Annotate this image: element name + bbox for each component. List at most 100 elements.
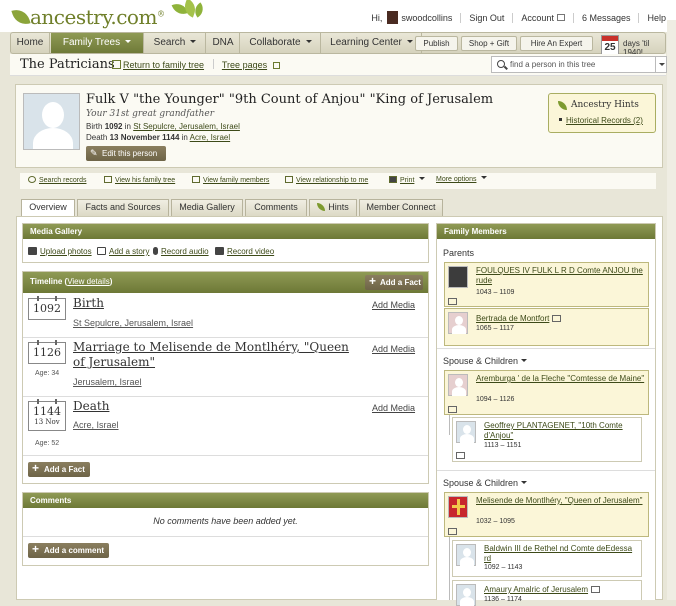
event-title-link[interactable]: Death bbox=[73, 399, 109, 414]
upload-photos-action[interactable]: Upload photos bbox=[28, 247, 92, 256]
media-actions: Upload photos Add a story Record audio R… bbox=[28, 245, 428, 261]
print-action[interactable]: Print bbox=[389, 176, 426, 184]
spouse-children-label-2[interactable]: Spouse & Children bbox=[443, 478, 528, 488]
view-relationship-action[interactable]: View relationship to me bbox=[285, 176, 368, 184]
profile-card-icon[interactable] bbox=[448, 406, 457, 413]
timeline-event-birth: 1092 Birth St Sepulcre, Jerusalem, Israe… bbox=[23, 294, 428, 338]
username-link[interactable]: swoodcollins bbox=[401, 13, 452, 23]
tab-overview[interactable]: Overview bbox=[21, 199, 75, 217]
parents-label: Parents bbox=[443, 248, 475, 258]
nav-learning-center[interactable]: Learning Center bbox=[322, 33, 422, 53]
nav-dna[interactable]: DNA bbox=[207, 33, 240, 53]
add-comment-button[interactable]: Add a comment bbox=[28, 542, 109, 558]
child-card-geoffrey[interactable]: Geoffrey PLANTAGENET, "10th Comte d'Anjo… bbox=[452, 417, 642, 462]
event-place-link[interactable]: Acre, Israel bbox=[73, 420, 119, 430]
record-video-action[interactable]: Record video bbox=[215, 247, 274, 256]
nav-search[interactable]: Search bbox=[145, 33, 206, 53]
countdown-1940[interactable]: 25 days 'til 1940! bbox=[601, 34, 665, 57]
person-name: Fulk V "the Younger" "9th Count of Anjou… bbox=[86, 92, 494, 107]
search-icon bbox=[28, 176, 36, 183]
parent-card-father[interactable]: FOULQUES IV FULK L R D Comte ANJOU the r… bbox=[444, 262, 649, 307]
historical-records-link[interactable]: Historical Records (2) bbox=[566, 116, 643, 125]
add-fact-button[interactable]: Add a Fact bbox=[365, 274, 423, 290]
nav-family-trees[interactable]: Family Trees bbox=[51, 33, 144, 53]
add-media-link[interactable]: Add Media bbox=[372, 300, 415, 310]
relationship-icon bbox=[285, 176, 293, 183]
view-family-members-action[interactable]: View family members bbox=[192, 176, 269, 184]
chevron-down-icon bbox=[125, 40, 132, 43]
parent-card-mother[interactable]: Bertrada de Montfort 1065 – 1117 bbox=[444, 308, 649, 346]
ancestry-logo[interactable]: ancestry.com® bbox=[11, 5, 165, 29]
sign-out-link[interactable]: Sign Out bbox=[469, 13, 504, 23]
top-bar: ancestry.com® Hi, swoodcollins Sign Out … bbox=[0, 0, 676, 32]
chevron-down-icon[interactable] bbox=[655, 57, 666, 72]
add-fact-bottom-button[interactable]: Add a Fact bbox=[28, 461, 90, 477]
tab-hints[interactable]: Hints bbox=[309, 199, 357, 216]
shop-gift-button[interactable]: Shop + Gift bbox=[461, 36, 517, 51]
view-details-link[interactable]: View details bbox=[67, 277, 110, 286]
profile-card-icon[interactable] bbox=[448, 528, 457, 535]
tab-media-gallery[interactable]: Media Gallery bbox=[171, 199, 243, 216]
spouse-card-melisende[interactable]: Melisende de Montlhéry, "Queen of Jerusa… bbox=[444, 492, 649, 537]
family-icon bbox=[192, 176, 200, 183]
page-scrollbar[interactable] bbox=[667, 20, 676, 600]
publish-button[interactable]: Publish bbox=[415, 36, 458, 51]
age-label: Age: 52 bbox=[35, 440, 60, 447]
child-card-amaury[interactable]: Amaury Amalric of Jerusalem 1136 – 1174 bbox=[452, 580, 642, 606]
profile-card-icon[interactable] bbox=[448, 298, 457, 305]
tree-icon bbox=[112, 60, 121, 69]
profile-card-icon[interactable] bbox=[456, 452, 465, 459]
chevron-down-icon bbox=[190, 40, 197, 43]
male-silhouette-icon bbox=[456, 584, 476, 606]
tree-bar: The Patricians Return to family tree Tre… bbox=[10, 54, 667, 76]
add-media-link[interactable]: Add Media bbox=[372, 403, 415, 413]
record-audio-action[interactable]: Record audio bbox=[153, 247, 209, 256]
user-avatar[interactable] bbox=[387, 11, 399, 24]
add-media-link[interactable]: Add Media bbox=[372, 344, 415, 354]
event-place-link[interactable]: Jerusalem, Israel bbox=[73, 377, 142, 387]
year-calendar: 1144 13 Nov bbox=[28, 399, 66, 431]
account-links: Hi, swoodcollins Sign Out Account 6 Mess… bbox=[371, 11, 666, 24]
leaf-icon bbox=[11, 6, 31, 28]
account-link[interactable]: Account bbox=[521, 13, 554, 23]
profile-card-icon[interactable] bbox=[591, 586, 601, 593]
add-story-action[interactable]: Add a story bbox=[97, 247, 149, 256]
spouse-children-label[interactable]: Spouse & Children bbox=[443, 356, 528, 366]
tree-pages-link[interactable]: Tree pages bbox=[222, 60, 267, 70]
chevron-down-icon bbox=[521, 359, 528, 362]
calendar-icon: 25 bbox=[601, 35, 619, 55]
birth-place-link[interactable]: St Sepulcre, Jerusalem, Israel bbox=[133, 122, 240, 131]
tab-member-connect[interactable]: Member Connect bbox=[359, 199, 443, 216]
tab-comments[interactable]: Comments bbox=[245, 199, 307, 216]
dropdown-icon[interactable] bbox=[272, 62, 280, 69]
more-options-action[interactable]: More options bbox=[436, 176, 488, 183]
return-to-tree-link[interactable]: Return to family tree bbox=[123, 60, 204, 70]
media-gallery-header: Media Gallery bbox=[23, 224, 428, 239]
female-silhouette-icon bbox=[448, 374, 468, 396]
comments-header: Comments bbox=[23, 493, 428, 508]
tab-facts-sources[interactable]: Facts and Sources bbox=[77, 199, 169, 216]
person-relationship: Your 31st great grandfather bbox=[86, 109, 215, 119]
death-place-link[interactable]: Acre, Israel bbox=[190, 133, 230, 142]
help-link[interactable]: Help bbox=[647, 13, 666, 23]
account-dropdown-icon[interactable] bbox=[556, 14, 565, 21]
hire-expert-button[interactable]: Hire An Expert bbox=[520, 36, 593, 51]
nav-collaborate[interactable]: Collaborate bbox=[241, 33, 321, 53]
person-photo-placeholder[interactable] bbox=[23, 93, 80, 150]
edit-person-button[interactable]: Edit this person bbox=[86, 146, 166, 161]
person-search-input[interactable]: find a person in this tree bbox=[491, 56, 667, 73]
profile-card-icon[interactable] bbox=[552, 315, 562, 322]
event-place-link[interactable]: St Sepulcre, Jerusalem, Israel bbox=[73, 318, 193, 328]
spouse-card-aremburga[interactable]: Aremburga ' de la Fleche "Comtesse de Ma… bbox=[444, 370, 649, 415]
search-records-action[interactable]: Search records bbox=[28, 176, 86, 184]
child-card-baldwin[interactable]: Baldwin III de Rethel nd Comte deEdessa … bbox=[452, 540, 642, 577]
nav-home[interactable]: Home bbox=[11, 33, 50, 53]
leaf-icon bbox=[558, 101, 567, 110]
messages-link[interactable]: 6 Messages bbox=[582, 13, 631, 23]
event-title-link[interactable]: Birth bbox=[73, 296, 104, 311]
tree-name: The Patricians bbox=[20, 57, 115, 72]
no-comments-text: No comments have been added yet. bbox=[153, 516, 298, 526]
event-title-link[interactable]: Marriage to Melisende de Montlhéry, "Que… bbox=[73, 340, 363, 370]
ancestry-hints-box: Ancestry Hints Historical Records (2) bbox=[548, 93, 656, 133]
view-family-tree-action[interactable]: View his family tree bbox=[104, 176, 175, 184]
